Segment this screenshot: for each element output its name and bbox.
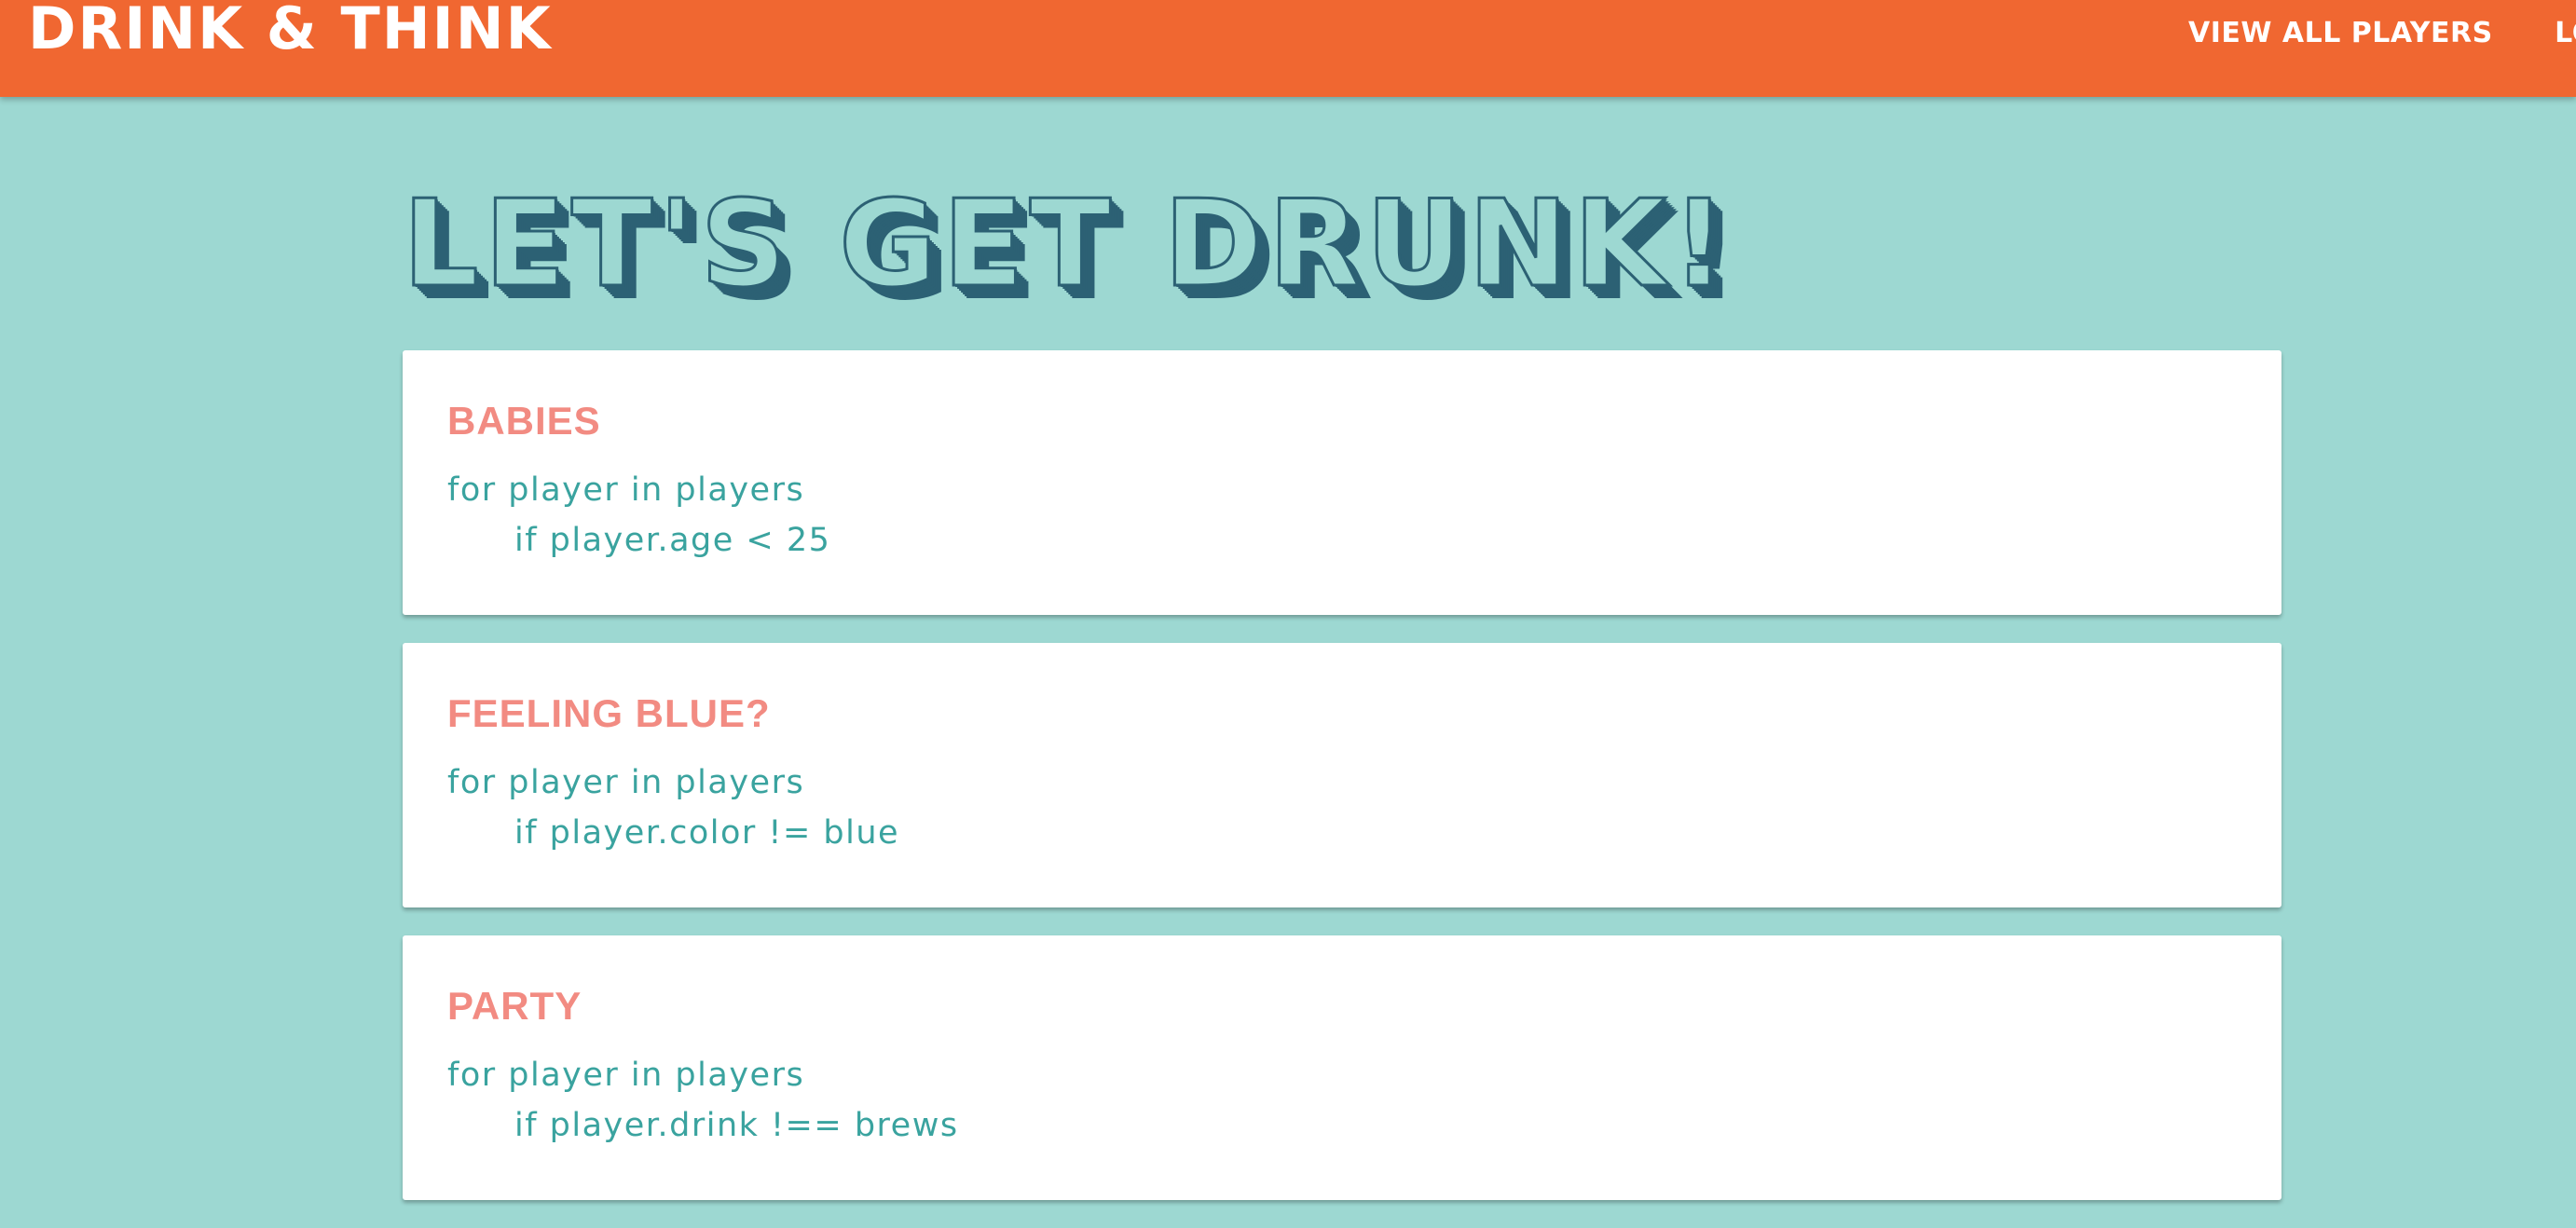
- rule-code-condition: if player.age < 25: [514, 522, 831, 559]
- rule-title: BABIES: [447, 399, 601, 443]
- rule-title: FEELING BLUE?: [447, 691, 771, 735]
- nav-links: VIEW ALL PLAYERS LO: [2188, 17, 2576, 49]
- rule-code-line: for player in players: [447, 1057, 805, 1094]
- rule-code-line: for player in players: [447, 471, 805, 509]
- rule-card-feeling-blue[interactable]: FEELING BLUE? for player in players if p…: [403, 643, 2281, 907]
- rule-title: PARTY: [447, 984, 582, 1028]
- nav-link-login[interactable]: LO: [2555, 17, 2576, 49]
- top-navbar: DRINK & THINK VIEW ALL PLAYERS LO: [0, 0, 2576, 97]
- rule-card-babies[interactable]: BABIES for player in players if player.a…: [403, 350, 2281, 615]
- rules-list: BABIES for player in players if player.a…: [403, 350, 2281, 1228]
- page-title: LET'S GET DRUNK!: [401, 174, 1733, 316]
- rule-code-condition: if player.color != blue: [514, 814, 900, 852]
- rule-code-line: for player in players: [447, 764, 805, 801]
- nav-link-view-all-players[interactable]: VIEW ALL PLAYERS: [2188, 17, 2493, 49]
- rule-code-condition: if player.drink !== brews: [514, 1107, 959, 1144]
- brand-logo[interactable]: DRINK & THINK: [28, 0, 553, 62]
- rule-card-party[interactable]: PARTY for player in players if player.dr…: [403, 935, 2281, 1200]
